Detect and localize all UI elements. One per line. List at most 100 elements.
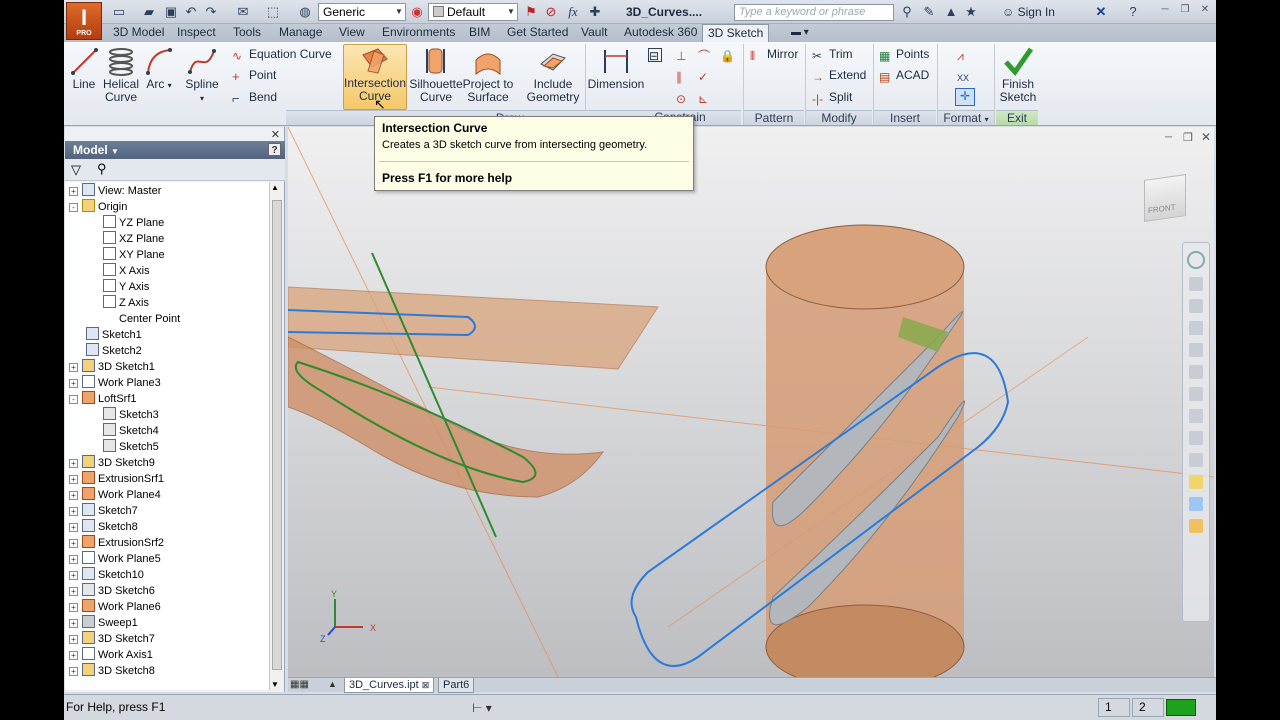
help-search-input[interactable]: Type a keyword or phrase <box>734 4 894 21</box>
tree-node[interactable]: + View: Master <box>69 183 161 199</box>
parameters-icon[interactable]: fx <box>564 3 582 21</box>
tab-3d-model[interactable]: 3D Model <box>108 24 169 42</box>
parallel-button[interactable]: ∥ <box>676 68 693 84</box>
project-to-surface-button[interactable]: Project to Surface <box>462 46 514 104</box>
undo-icon[interactable]: ↶ <box>182 3 200 21</box>
mirror-button[interactable]: ⫴ Mirror <box>750 47 798 63</box>
helical-curve-button[interactable]: Helical Curve <box>102 46 140 104</box>
tile-windows-icon[interactable]: ▦▦ <box>290 679 309 690</box>
filter-icon[interactable]: ▽ <box>71 162 81 178</box>
expander-icon[interactable]: + <box>69 539 78 548</box>
silhouette-curve-button[interactable]: Silhouette Curve <box>408 46 464 104</box>
tree-node[interactable]: + ExtrusionSrf2 <box>69 535 164 551</box>
tree-node[interactable]: XZ Plane <box>103 231 164 247</box>
ribbon-options-icon[interactable]: ▬ ▾ <box>786 24 814 42</box>
clear-icon[interactable]: ⊘ <box>542 3 560 21</box>
include-geometry-button[interactable]: Include Geometry <box>522 46 584 104</box>
insert-points-button[interactable]: ▦ Points <box>879 47 929 63</box>
expander-icon[interactable]: + <box>69 667 78 676</box>
tree-node[interactable]: + Sweep1 <box>69 615 138 631</box>
expander-icon[interactable]: + <box>69 555 78 564</box>
tab-environments[interactable]: Environments <box>377 24 460 42</box>
tree-node[interactable]: XY Plane <box>103 247 165 263</box>
expander-icon[interactable]: + <box>69 651 78 660</box>
save-icon[interactable]: ▣ <box>162 3 180 21</box>
expander-icon[interactable]: + <box>69 187 78 196</box>
return-icon[interactable]: ✉ <box>234 3 252 21</box>
appearance-combo[interactable]: Default ▼ <box>428 3 518 21</box>
graphics-window[interactable]: X Y Z FRONT ─ ❐ ✕ <box>288 127 1214 677</box>
insert-acad-button[interactable]: ▤ ACAD <box>879 68 929 84</box>
tree-node[interactable]: +3D Sketch1 <box>69 359 155 375</box>
orbit-icon[interactable] <box>1189 321 1203 335</box>
redo-icon[interactable]: ↷ <box>202 3 220 21</box>
scrollbar-thumb[interactable] <box>272 200 282 670</box>
tree-node[interactable]: - LoftSrf1 <box>69 391 137 407</box>
tab-view[interactable]: View <box>334 24 370 42</box>
tree-node[interactable]: Sketch1 <box>86 327 142 343</box>
next-view-icon[interactable] <box>1189 453 1203 467</box>
centerpoint-button[interactable]: ✛ <box>955 88 975 106</box>
expander-icon[interactable]: + <box>69 635 78 644</box>
driven-dimension-button[interactable]: XX <box>957 68 974 85</box>
viewport-minimize-icon[interactable]: ─ <box>1165 132 1172 143</box>
select-icon[interactable]: ⬚ <box>264 3 282 21</box>
zoom-icon[interactable] <box>1189 299 1203 313</box>
steering-wheel-icon[interactable] <box>1187 251 1205 269</box>
home-view-icon[interactable] <box>1189 475 1203 489</box>
tab-inspect[interactable]: Inspect <box>172 24 221 42</box>
coincident-button[interactable]: ⊙ <box>676 90 693 106</box>
expander-icon[interactable]: + <box>69 379 78 388</box>
viewport-restore-icon[interactable]: ❐ <box>1183 131 1193 144</box>
expander-icon[interactable]: + <box>69 475 78 484</box>
expander-icon[interactable]: + <box>69 523 78 532</box>
tab-tools[interactable]: Tools <box>228 24 266 42</box>
constraint-show-button[interactable]: ⊟ <box>648 47 665 63</box>
browser-scrollbar[interactable]: ▲ ▼ <box>269 182 283 690</box>
tab-scroll-icon[interactable]: ▲ <box>328 679 337 689</box>
minimize-icon[interactable]: ─ <box>1158 4 1172 15</box>
browser-header[interactable]: Model ▼ ? <box>65 141 285 159</box>
bend-button[interactable]: ⌐ Bend <box>232 90 277 106</box>
tree-node[interactable]: + Sketch8 <box>69 519 138 535</box>
light-icon[interactable] <box>1189 519 1203 533</box>
tree-node[interactable]: Center Point <box>103 311 180 327</box>
close-icon[interactable]: ✕ <box>1198 4 1212 15</box>
collinear-button[interactable]: ✓ <box>698 68 715 84</box>
look-at-icon[interactable] <box>1189 343 1203 357</box>
expander-icon[interactable]: + <box>69 619 78 628</box>
find-icon[interactable]: ⚲ <box>97 161 107 177</box>
binoculars-icon[interactable]: ⚲ <box>898 3 916 21</box>
extend-button[interactable]: → Extend <box>812 68 866 84</box>
tab-manage[interactable]: Manage <box>274 24 327 42</box>
viewport-close-icon[interactable]: ✕ <box>1201 130 1211 144</box>
expander-icon[interactable]: + <box>69 491 78 500</box>
tangent-button[interactable]: ⌒ <box>698 47 715 63</box>
tree-node[interactable]: + Work Axis1 <box>69 647 153 663</box>
tree-node[interactable]: YZ Plane <box>103 215 164 231</box>
subscription-icon[interactable]: ▲ <box>942 3 960 21</box>
tab-bim[interactable]: BIM <box>464 24 495 42</box>
tree-node[interactable]: + Sketch7 <box>69 503 138 519</box>
zoom-selected-icon[interactable] <box>1189 409 1203 423</box>
tree-node[interactable]: + Work Plane3 <box>69 375 161 391</box>
expander-icon[interactable]: - <box>69 395 78 404</box>
tree-node[interactable]: Z Axis <box>103 295 149 311</box>
tree-node[interactable]: Sketch2 <box>86 343 142 359</box>
tree-node[interactable]: + Work Plane4 <box>69 487 161 503</box>
dimension-display-icon[interactable]: ⊢ ▾ <box>472 701 492 715</box>
tree-node[interactable]: Sketch3 <box>103 407 159 423</box>
tools-icon[interactable]: ✎ <box>920 3 938 21</box>
expander-icon[interactable]: + <box>69 507 78 516</box>
line-button[interactable]: Line <box>68 46 100 91</box>
scroll-down-icon[interactable]: ▼ <box>271 680 279 689</box>
tree-node[interactable]: - Origin <box>69 199 127 215</box>
expander-icon[interactable]: + <box>69 571 78 580</box>
tab-3d-sketch[interactable]: 3D Sketch <box>702 24 770 42</box>
zoom-all-icon[interactable] <box>1189 365 1203 379</box>
tab-autodesk-360[interactable]: Autodesk 360 <box>619 24 702 42</box>
document-tab[interactable]: Part6 <box>438 678 475 693</box>
tree-node[interactable]: + Sketch10 <box>69 567 144 583</box>
on-face-button[interactable]: ⊾ <box>698 90 715 106</box>
expander-icon[interactable]: + <box>69 363 78 372</box>
